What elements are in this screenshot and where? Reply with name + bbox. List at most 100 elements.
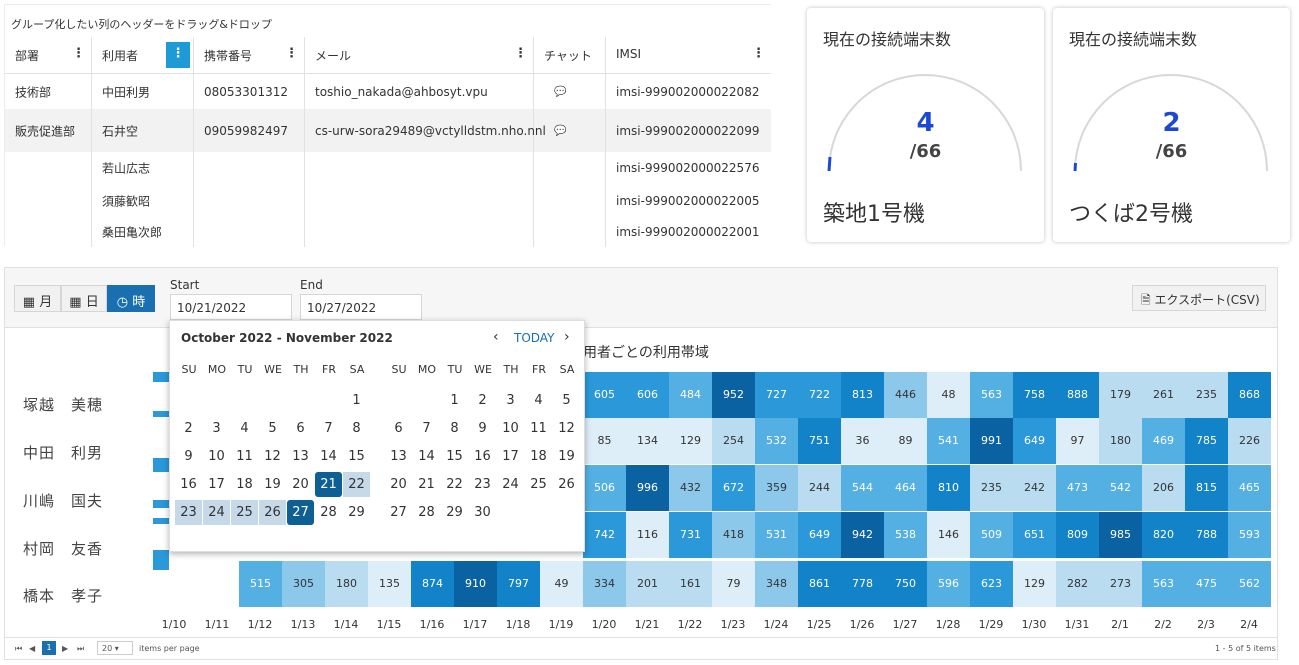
heat-cell[interactable]: 129	[669, 418, 712, 464]
calendar-day[interactable]: 3	[497, 388, 524, 413]
heat-cell[interactable]: 942	[841, 512, 884, 558]
heat-cell[interactable]: 161	[669, 561, 712, 607]
calendar-day[interactable]: 26	[259, 500, 286, 525]
heat-cell[interactable]: 509	[970, 512, 1013, 558]
calendar-day[interactable]: 13	[385, 444, 412, 469]
heat-cell[interactable]: 813	[841, 372, 884, 418]
heat-cell[interactable]: 593	[1228, 512, 1271, 558]
heat-cell[interactable]: 432	[669, 465, 712, 511]
today-button[interactable]: TODAY	[514, 331, 554, 345]
end-date-input[interactable]: 10/27/2022	[300, 294, 422, 320]
calendar-day[interactable]: 14	[315, 444, 342, 469]
calendar-day[interactable]: 10	[497, 416, 524, 441]
heat-cell[interactable]: 206	[1142, 465, 1185, 511]
col-header-phone[interactable]: 携帯番号 ⋮	[194, 37, 305, 74]
calendar-day[interactable]: 30	[469, 500, 496, 525]
heat-cell[interactable]: 135	[368, 561, 411, 607]
calendar-day[interactable]: 4	[231, 416, 258, 441]
more-vertical-icon[interactable]: ⋮	[72, 46, 85, 61]
start-date-input[interactable]: 10/21/2022	[170, 294, 292, 320]
calendar-day[interactable]: 11	[231, 444, 258, 469]
heat-cell[interactable]: 797	[497, 561, 540, 607]
calendar-day[interactable]: 23	[175, 500, 202, 525]
calendar-day[interactable]: 8	[441, 416, 468, 441]
calendar-day[interactable]: 6	[287, 416, 314, 441]
heat-cell[interactable]: 888	[1056, 372, 1099, 418]
calendar-day[interactable]: 25	[231, 500, 258, 525]
heat-cell[interactable]: 788	[1185, 512, 1228, 558]
heat-cell[interactable]: 544	[841, 465, 884, 511]
heat-cell[interactable]: 129	[1013, 561, 1056, 607]
heat-cell[interactable]: 868	[1228, 372, 1271, 418]
heat-cell[interactable]: 49	[540, 561, 583, 607]
heat-cell[interactable]: 36	[841, 418, 884, 464]
heat-cell[interactable]: 242	[1013, 465, 1056, 511]
calendar-day[interactable]: 24	[203, 500, 230, 525]
calendar-day[interactable]: 7	[413, 416, 440, 441]
heat-cell[interactable]: 623	[970, 561, 1013, 607]
prev-page-icon[interactable]: ◀	[29, 644, 35, 653]
heat-cell[interactable]: 861	[798, 561, 841, 607]
heat-cell[interactable]: 464	[884, 465, 927, 511]
heat-cell[interactable]: 532	[755, 418, 798, 464]
calendar-day[interactable]: 24	[497, 472, 524, 497]
calendar-day[interactable]: 25	[525, 472, 552, 497]
prev-month-icon[interactable]: ‹	[493, 329, 499, 345]
table-row[interactable]: 販売促進部 石井空 09059982497 cs-urw-sora29489@vcty…	[5, 109, 771, 152]
calendar-day[interactable]: 3	[203, 416, 230, 441]
heat-cell[interactable]: 48	[927, 372, 970, 418]
col-header-chat[interactable]: チャット	[534, 37, 606, 74]
heat-cell[interactable]: 731	[669, 512, 712, 558]
table-row[interactable]: 若山広志 imsi-999002000022576	[5, 152, 771, 184]
calendar-day[interactable]: 13	[287, 444, 314, 469]
heat-cell[interactable]: 563	[970, 372, 1013, 418]
heat-cell[interactable]: 952	[712, 372, 755, 418]
heat-cell[interactable]: 785	[1185, 418, 1228, 464]
calendar-day[interactable]: 15	[343, 444, 370, 469]
calendar-day[interactable]: 5	[553, 388, 580, 413]
more-vertical-icon[interactable]: ⋮	[752, 46, 765, 61]
calendar-day[interactable]: 27	[287, 500, 314, 525]
heat-cell[interactable]: 531	[755, 512, 798, 558]
heat-cell[interactable]: 810	[927, 465, 970, 511]
heat-cell[interactable]: 910	[454, 561, 497, 607]
calendar-day[interactable]: 16	[175, 472, 202, 497]
calendar-day[interactable]: 17	[497, 444, 524, 469]
heat-cell[interactable]: 201	[626, 561, 669, 607]
calendar-day[interactable]: 19	[259, 472, 286, 497]
heat-cell[interactable]: 542	[1099, 465, 1142, 511]
export-csv-button[interactable]: 🗎 エクスポート(CSV)	[1132, 285, 1266, 311]
heat-cell[interactable]: 146	[927, 512, 970, 558]
heat-cell[interactable]: 820	[1142, 512, 1185, 558]
calendar-day[interactable]: 15	[441, 444, 468, 469]
heat-cell[interactable]: 180	[325, 561, 368, 607]
heat-cell[interactable]: 116	[626, 512, 669, 558]
heat-cell[interactable]: 649	[1013, 418, 1056, 464]
heat-cell[interactable]: 180	[1099, 418, 1142, 464]
next-month-icon[interactable]: ›	[564, 329, 570, 345]
calendar-day[interactable]: 21	[413, 472, 440, 497]
heat-cell[interactable]: 235	[1185, 372, 1228, 418]
calendar-day[interactable]: 12	[259, 444, 286, 469]
page-1-button[interactable]: 1	[42, 641, 56, 655]
calendar-day[interactable]: 1	[441, 388, 468, 413]
last-page-icon[interactable]: ⏭	[77, 644, 84, 654]
heat-cell[interactable]: 606	[626, 372, 669, 418]
heat-cell[interactable]: 722	[798, 372, 841, 418]
heat-cell[interactable]: 562	[1228, 561, 1271, 607]
heat-cell[interactable]: 484	[669, 372, 712, 418]
heat-cell[interactable]: 418	[712, 512, 755, 558]
heat-cell[interactable]: 742	[583, 512, 626, 558]
heat-cell[interactable]: 750	[884, 561, 927, 607]
col-header-imsi[interactable]: IMSI ⋮	[606, 37, 771, 74]
heat-cell[interactable]: 465	[1228, 465, 1271, 511]
heat-cell[interactable]: 134	[626, 418, 669, 464]
heat-cell[interactable]: 475	[1185, 561, 1228, 607]
heat-cell[interactable]: 282	[1056, 561, 1099, 607]
heat-cell[interactable]: 515	[239, 561, 282, 607]
heat-cell[interactable]: 273	[1099, 561, 1142, 607]
calendar-day[interactable]: 22	[343, 472, 370, 497]
calendar-day[interactable]: 26	[553, 472, 580, 497]
calendar-day[interactable]: 11	[525, 416, 552, 441]
calendar-day[interactable]: 28	[413, 500, 440, 525]
